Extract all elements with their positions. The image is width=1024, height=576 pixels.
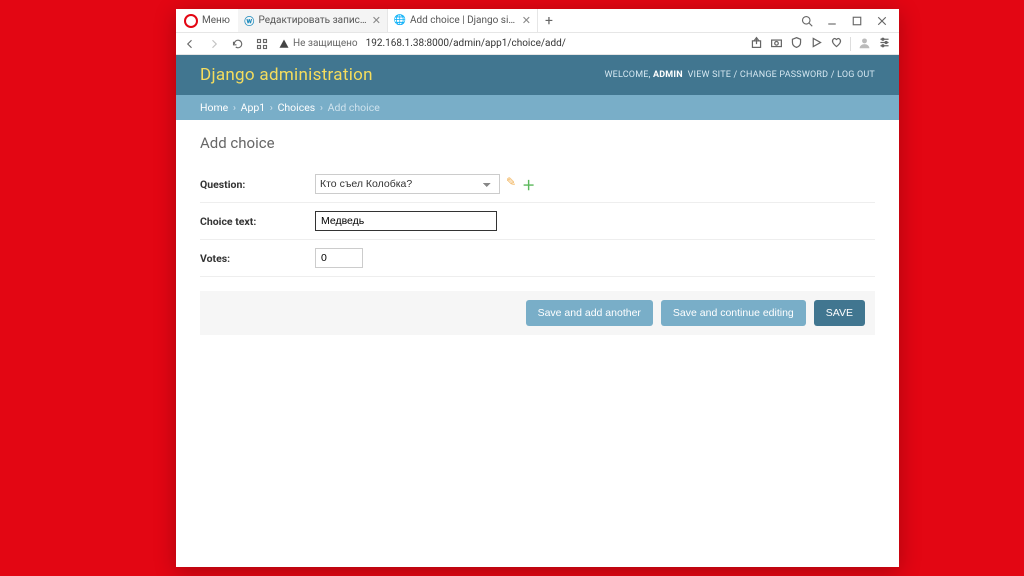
breadcrumb-current: Add choice: [328, 101, 380, 114]
addr-right-icons: [750, 36, 893, 52]
divider: [850, 37, 851, 51]
tab-strip: Меню ⓦ Редактировать запись "П.. ✕ 🌐 Add…: [176, 9, 899, 33]
site-title[interactable]: Django administration: [200, 65, 373, 85]
breadcrumb-sep: ›: [318, 101, 325, 114]
save-continue-button[interactable]: Save and continue editing: [661, 300, 806, 326]
page-title: Add choice: [200, 134, 875, 152]
window-maximize-button[interactable]: [846, 10, 868, 32]
votes-input[interactable]: [315, 248, 363, 268]
nav-forward-button[interactable]: [206, 38, 222, 50]
question-select[interactable]: Кто съел Колобка?: [315, 174, 500, 194]
change-password-link[interactable]: CHANGE PASSWORD: [740, 70, 828, 80]
choice-text-input[interactable]: [315, 211, 497, 231]
username: ADMIN: [653, 70, 683, 80]
search-icon[interactable]: [796, 10, 818, 32]
window-controls: [796, 9, 899, 32]
page-viewport: Django administration WELCOME, ADMIN VIE…: [176, 55, 899, 567]
shield-icon[interactable]: [790, 36, 803, 52]
globe-icon: 🌐: [394, 15, 406, 27]
django-header: Django administration WELCOME, ADMIN VIE…: [176, 55, 899, 95]
votes-label: Votes:: [200, 252, 315, 265]
window-close-button[interactable]: [871, 10, 893, 32]
choice-text-label: Choice text:: [200, 215, 315, 228]
heart-icon[interactable]: [830, 36, 843, 52]
breadcrumb-model[interactable]: Choices: [278, 101, 316, 114]
opera-menu-button[interactable]: Меню: [176, 9, 238, 32]
close-tab-icon[interactable]: ✕: [522, 14, 531, 27]
form-row-choice-text: Choice text:: [200, 203, 875, 240]
form-row-votes: Votes:: [200, 240, 875, 277]
tab-label: Add choice | Django site a...: [410, 15, 518, 26]
user-tools: WELCOME, ADMIN VIEW SITE / CHANGE PASSWO…: [604, 70, 875, 80]
tab-wordpress[interactable]: ⓦ Редактировать запись "П.. ✕: [238, 9, 388, 32]
question-label: Question:: [200, 178, 315, 191]
reload-button[interactable]: [230, 38, 246, 50]
easy-setup-icon[interactable]: [878, 36, 891, 52]
breadcrumb-sep: ›: [231, 101, 238, 114]
opera-logo-icon: [184, 14, 198, 28]
tab-label: Редактировать запись "П..: [258, 15, 367, 26]
logout-link[interactable]: LOG OUT: [837, 70, 875, 80]
profile-icon[interactable]: [858, 36, 871, 52]
play-icon[interactable]: [810, 36, 823, 52]
snapshot-icon[interactable]: [770, 36, 783, 52]
security-label: Не защищено: [293, 38, 358, 49]
security-indicator[interactable]: Не защищено: [278, 38, 358, 50]
address-bar: Не защищено 192.168.1.38:8000/admin/app1…: [176, 33, 899, 55]
save-button[interactable]: SAVE: [814, 300, 865, 326]
warning-icon: [278, 38, 290, 50]
welcome-text: WELCOME,: [604, 70, 650, 80]
breadcrumb-sep: ›: [268, 101, 275, 114]
new-tab-button[interactable]: +: [538, 9, 560, 32]
save-add-another-button[interactable]: Save and add another: [526, 300, 653, 326]
wordpress-icon: ⓦ: [244, 15, 255, 27]
form-row-question: Question: Кто съел Колобка? ✎ ＋: [200, 166, 875, 203]
related-widget: ✎ ＋: [506, 175, 535, 194]
url-text[interactable]: 192.168.1.38:8000/admin/app1/choice/add/: [366, 38, 566, 49]
view-site-link[interactable]: VIEW SITE: [688, 70, 731, 80]
window-minimize-button[interactable]: [821, 10, 843, 32]
speed-dial-icon[interactable]: [254, 38, 270, 50]
nav-back-button[interactable]: [182, 38, 198, 50]
content: Add choice Question: Кто съел Колобка? ✎…: [176, 120, 899, 349]
breadcrumb-app[interactable]: App1: [241, 101, 266, 114]
browser-window: Меню ⓦ Редактировать запись "П.. ✕ 🌐 Add…: [176, 9, 899, 567]
breadcrumb-home[interactable]: Home: [200, 101, 228, 114]
tab-django-admin[interactable]: 🌐 Add choice | Django site a... ✕: [388, 9, 538, 32]
submit-row: Save and add another Save and continue e…: [200, 291, 875, 335]
share-icon[interactable]: [750, 36, 763, 52]
opera-menu-label: Меню: [202, 15, 230, 26]
edit-related-icon[interactable]: ✎: [506, 175, 516, 194]
close-tab-icon[interactable]: ✕: [372, 14, 381, 27]
add-related-icon[interactable]: ＋: [522, 175, 535, 194]
breadcrumb: Home › App1 › Choices › Add choice: [176, 95, 899, 120]
